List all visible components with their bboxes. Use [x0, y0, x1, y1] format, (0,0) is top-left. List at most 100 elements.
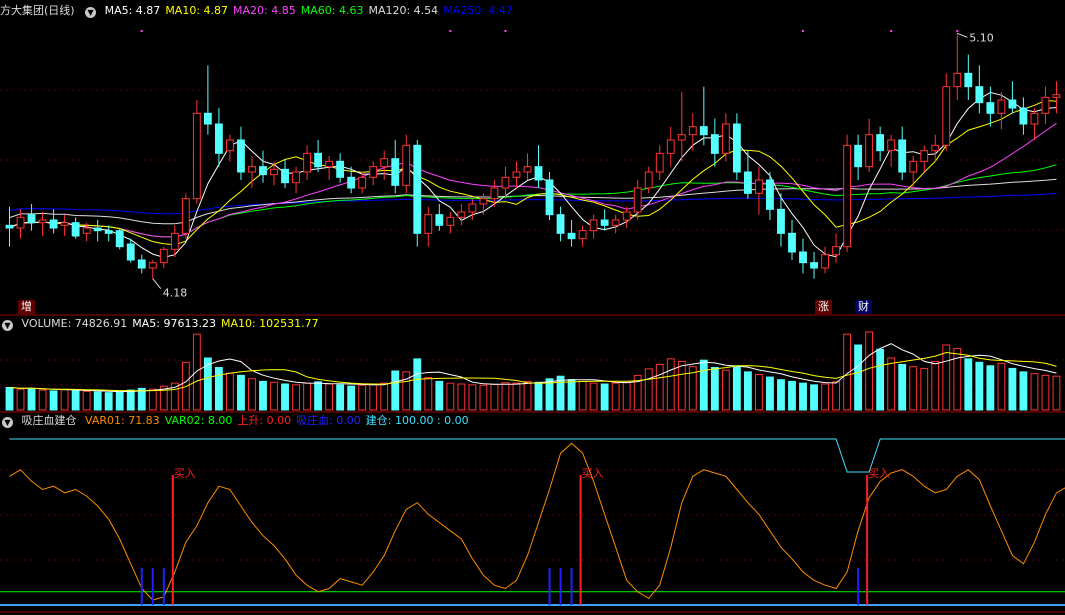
- candle-body: [986, 102, 995, 114]
- candle-body: [435, 214, 444, 226]
- candle-body: [358, 176, 367, 189]
- candle-body: [1052, 94, 1061, 98]
- volume-bar: [755, 373, 763, 411]
- candle-body: [810, 262, 818, 269]
- candle-body: [909, 160, 918, 173]
- volume-bar: [578, 380, 587, 411]
- candle-body: [402, 144, 411, 186]
- candle-body: [1008, 99, 1017, 109]
- volume-bar: [512, 382, 521, 411]
- candle-body: [677, 134, 686, 141]
- volume-bar: [1041, 374, 1050, 411]
- volume-bar: [777, 379, 785, 411]
- volume-bar: [259, 380, 267, 411]
- candle-body: [611, 219, 620, 226]
- volume-bar: [369, 383, 378, 411]
- candle-body: [854, 144, 863, 168]
- ma5-line: [9, 91, 1057, 258]
- volume-bar: [137, 387, 146, 411]
- volume-bar: [490, 383, 499, 411]
- stock-chart[interactable]: 5.10 4.18 买入 买入 买入: [0, 0, 1065, 615]
- candle-body: [369, 166, 378, 178]
- volume-bar: [192, 333, 201, 411]
- ma10-line: [9, 99, 1057, 246]
- candle-body: [468, 203, 477, 213]
- candle-body: [104, 230, 113, 234]
- candle-body: [512, 171, 521, 178]
- candle-body: [755, 179, 763, 194]
- candle-body: [766, 179, 774, 210]
- candle-body: [314, 152, 323, 168]
- volume-bar: [876, 348, 885, 411]
- volume-bar: [788, 380, 796, 411]
- candle-body: [16, 216, 25, 229]
- candle-body: [490, 187, 499, 200]
- volume-bar: [898, 364, 907, 411]
- candle-body: [479, 198, 488, 205]
- volume-bar: [82, 390, 91, 411]
- candle-body: [600, 219, 609, 226]
- tag-zhang: 涨: [815, 300, 832, 314]
- candle-body: [292, 171, 300, 184]
- volume-bar: [931, 360, 940, 411]
- volume-bar: [821, 383, 829, 411]
- candle-body: [1041, 96, 1050, 114]
- candle-body: [1030, 112, 1039, 125]
- candle-body: [931, 144, 940, 152]
- candle-body: [27, 214, 36, 224]
- tag-zeng: 增: [18, 300, 35, 314]
- volume-bar: [435, 380, 444, 411]
- volume-bar: [644, 368, 653, 411]
- volume-bar: [325, 383, 334, 411]
- volume-bar: [214, 367, 223, 411]
- candle-body: [82, 227, 91, 234]
- candle-body: [887, 139, 896, 152]
- candle-body: [38, 219, 47, 224]
- candle-body: [832, 246, 840, 256]
- candle-body: [920, 150, 929, 162]
- volume-bar: [534, 381, 543, 411]
- candle-body: [788, 232, 796, 253]
- volume-bar: [1030, 373, 1039, 411]
- candle-body: [49, 219, 58, 229]
- volume-bar: [93, 391, 102, 411]
- candle-body: [865, 134, 874, 168]
- volume-bar: [810, 384, 818, 411]
- candle-body: [777, 208, 785, 234]
- volume-bar: [413, 358, 422, 411]
- volume-bar: [347, 385, 356, 411]
- var01-line: [9, 442, 1065, 601]
- volume-bar: [699, 359, 708, 411]
- volume-bar: [281, 383, 289, 411]
- volume-bar: [677, 360, 686, 411]
- volume-bar: [986, 365, 995, 411]
- candle-body: [898, 139, 907, 173]
- volume-bar: [1019, 371, 1028, 411]
- volume-bar: [424, 377, 433, 411]
- candle-body: [237, 139, 245, 173]
- volume-bar: [975, 361, 984, 411]
- candle-body: [413, 144, 422, 234]
- low-label: 4.18: [163, 287, 188, 300]
- candle-body: [721, 123, 730, 154]
- candle-body: [457, 211, 466, 218]
- candle-body: [688, 126, 697, 136]
- candle-body: [159, 248, 168, 264]
- candle-body: [325, 160, 334, 168]
- volume-bar: [666, 358, 675, 411]
- candle-body: [545, 179, 554, 216]
- volume-bar: [887, 357, 896, 411]
- low-pointer: [152, 278, 162, 289]
- candle-body: [523, 166, 532, 173]
- candle-body: [424, 214, 433, 234]
- candle-body: [567, 232, 576, 240]
- candle-body: [633, 187, 642, 213]
- candle-body: [732, 123, 741, 173]
- volume-bar: [964, 358, 973, 411]
- volume-bar: [468, 384, 477, 411]
- buy-label: 买入: [868, 467, 890, 480]
- candle-body: [214, 123, 223, 154]
- top-marker: [956, 30, 959, 32]
- tag-cai: 财: [855, 300, 872, 314]
- volume-bar: [226, 372, 234, 411]
